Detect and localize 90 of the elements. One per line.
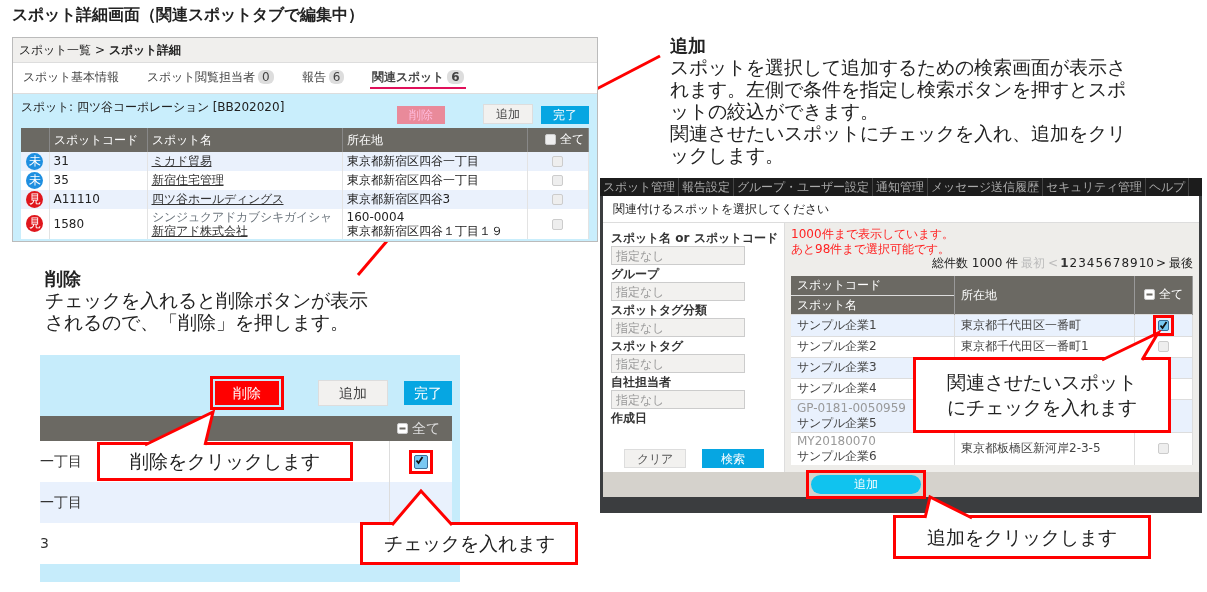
filter-label: スポット名 or スポットコード <box>611 231 779 246</box>
column-header: スポット名 <box>791 295 955 314</box>
count-badge: 0 <box>258 70 274 84</box>
page-link[interactable]: 7 <box>1112 254 1121 272</box>
tab[interactable]: スポット閲覧担当者 0 <box>145 67 276 89</box>
clear-button[interactable]: クリア <box>623 449 686 468</box>
note-text: 関連させたいスポットにチェックを入れ、追加をクリックします。 <box>670 123 1127 167</box>
page-link[interactable]: 2 <box>1069 254 1078 272</box>
address-text: 東京都千代田区一番町1 <box>961 339 1089 353</box>
column-header: 所在地 <box>954 276 1135 314</box>
address-text: 東京都千代田区一番町 <box>961 317 1081 332</box>
select-all-label: 全て <box>560 131 584 148</box>
page-link[interactable]: 9 <box>1130 254 1138 272</box>
filter-label: グループ <box>611 267 661 282</box>
page-link[interactable]: 1 <box>1060 254 1069 272</box>
input-field[interactable]: 指定なし <box>611 246 745 265</box>
callout-pointer <box>390 488 454 526</box>
address-text: 3 <box>40 535 49 551</box>
note-heading: 追加 <box>670 35 707 57</box>
select-all-label: 全て <box>412 418 440 438</box>
address-text: 一丁目 <box>40 453 82 469</box>
input-field[interactable]: 指定なし <box>611 354 745 373</box>
spot-label: スポット: 四ツ谷コーポレーション [BB202020] <box>21 99 285 116</box>
spot-name: サンプル企業5 <box>797 415 877 430</box>
notice-text: あと98件まで選択可能です。 <box>791 242 952 257</box>
input-field[interactable]: 指定なし <box>611 390 745 409</box>
count-badge: 6 <box>447 70 464 84</box>
checkbox-icon[interactable] <box>545 133 556 145</box>
checkbox[interactable] <box>413 454 428 469</box>
delete-button[interactable]: 削除 <box>215 381 279 405</box>
page-link[interactable]: 6 <box>1104 254 1112 272</box>
add-button[interactable]: 追加 <box>483 104 533 124</box>
count-badge: 6 <box>328 70 345 84</box>
address-text: 東京都新宿区四谷一丁目 <box>346 154 480 168</box>
page-link[interactable]: 5 <box>1095 254 1104 272</box>
breadcrumb-current: スポット詳細 <box>109 42 182 59</box>
notice-text: 1000件まで表示しています。 <box>791 227 955 242</box>
page-link[interactable]: 3 <box>1078 254 1086 272</box>
pagination-link[interactable]: 最後 <box>1169 254 1193 272</box>
status-marker: 未 <box>26 171 44 189</box>
pagination-link[interactable]: > <box>1155 254 1166 272</box>
spot-code: GP-0181-0050959 <box>797 400 907 416</box>
address-text: 東京都板橋区新河岸2-3-5 <box>961 441 1101 455</box>
column-header: スポットコード <box>49 128 147 152</box>
spot-link[interactable]: 新宿アド株式会社 <box>151 223 248 238</box>
filter-label: 作成日 <box>611 411 648 426</box>
spot-code: MY20180070 <box>797 433 877 449</box>
note-heading: 削除 <box>45 268 82 290</box>
postal-code: 160-0004 <box>346 209 406 224</box>
spot-name: サンプル企業6 <box>797 448 877 463</box>
page-link[interactable]: 4 <box>1086 254 1095 272</box>
tab[interactable]: スポット基本情報 <box>21 67 121 89</box>
filter-label: スポットタグ分類 <box>611 303 708 318</box>
page-title: スポット詳細画面（関連スポットタブで編集中） <box>12 4 364 26</box>
kana-text: シンジュクアドカブシキガイシャ <box>151 209 333 224</box>
column-header: スポット名 <box>147 128 342 152</box>
breadcrumb-link[interactable]: スポット一覧 <box>19 41 91 59</box>
address-text: 一丁目 <box>40 494 82 510</box>
address-text: 東京都新宿区四谷１丁目１９ <box>346 223 504 238</box>
page-link[interactable]: 10 <box>1138 254 1154 272</box>
status-marker: 見 <box>26 190 44 208</box>
tab[interactable]: 関連スポット 6 <box>370 67 466 89</box>
filter-label: 自社担当者 <box>611 375 672 390</box>
page-link[interactable]: 8 <box>1121 254 1129 272</box>
status-marker: 見 <box>26 215 44 232</box>
address-text: 東京都新宿区四谷3 <box>346 192 452 206</box>
minus-checkbox-icon[interactable] <box>397 422 408 434</box>
input-field[interactable]: 指定なし <box>611 282 745 301</box>
table-cell: 1580 <box>49 208 147 239</box>
breadcrumb-separator: > <box>95 42 106 59</box>
status-marker: 未 <box>26 152 44 170</box>
filter-label: スポットタグ <box>611 339 685 354</box>
note-text: スポットを選択して追加するための検索画面が表示されます。左側で条件を指定し検索ボタンを押すとスポットの絞込ができます。 <box>670 57 1127 123</box>
add-button[interactable]: 追加 <box>318 380 388 406</box>
spot-name: サンプル企業4 <box>797 381 877 395</box>
spot-name: サンプル企業2 <box>797 339 877 353</box>
total-count: 総件数 1000 件 <box>931 255 1019 272</box>
callout-pointer <box>923 494 973 520</box>
tab[interactable]: 報告 6 <box>299 67 347 89</box>
input-field[interactable]: 指定なし <box>611 318 745 337</box>
address-text: 東京都新宿区四谷一丁目 <box>346 173 480 187</box>
select-all-label: 全て <box>1159 286 1183 303</box>
checkbox[interactable] <box>1158 319 1169 331</box>
spot-name: サンプル企業3 <box>797 360 877 374</box>
note-text: チェックを入れると削除ボタンが表示されるので、「削除」を押します。 <box>45 290 369 334</box>
minus-checkbox-icon[interactable] <box>1144 288 1155 300</box>
column-header: 所在地 <box>342 128 527 152</box>
column-header: スポットコード <box>791 276 955 295</box>
spot-name: サンプル企業1 <box>797 317 877 332</box>
dialog-title: 関連付けるスポットを選択してください <box>613 201 829 218</box>
